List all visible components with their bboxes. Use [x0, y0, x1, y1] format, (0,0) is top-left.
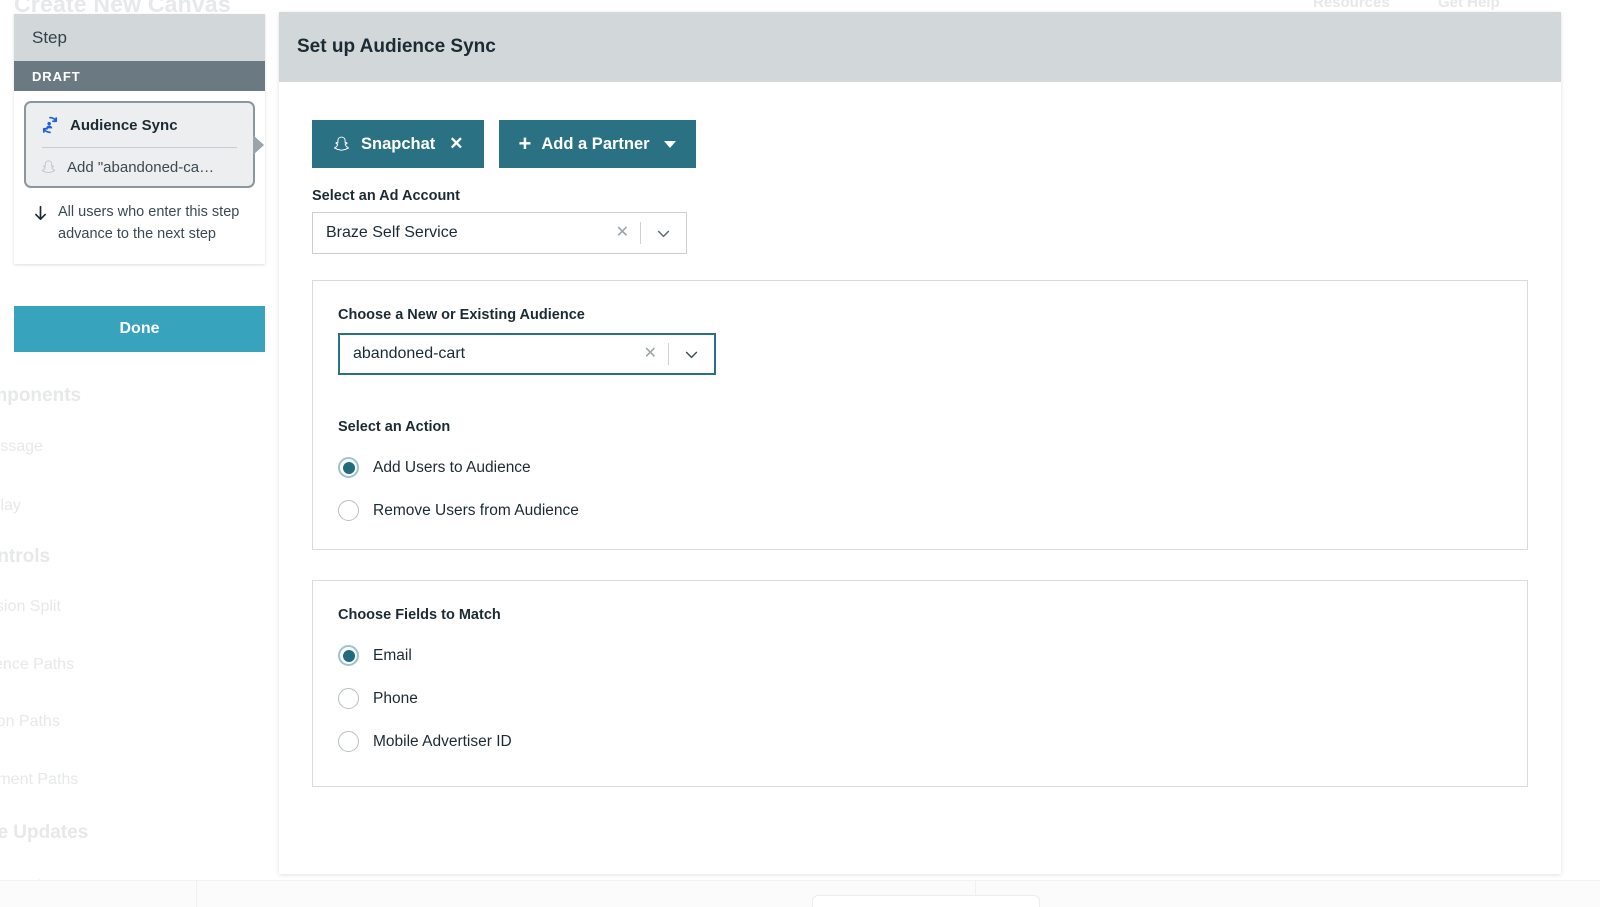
plus-icon: +: [519, 133, 532, 155]
add-partner-button[interactable]: + Add a Partner: [499, 120, 696, 168]
step-panel-body: Audience Sync Add "abandoned-ca…: [14, 91, 265, 264]
audience-sync-icon: [40, 115, 60, 135]
radio-indicator: [338, 457, 359, 478]
background-item-action-paths: Action Paths: [0, 713, 60, 731]
audience-card: Choose a New or Existing Audience abando…: [312, 280, 1528, 550]
chevron-down-icon: [664, 141, 676, 148]
step-card-audience-sync[interactable]: Audience Sync Add "abandoned-ca…: [24, 101, 255, 188]
radio-indicator: [338, 688, 359, 709]
radio-label: Remove Users from Audience: [373, 502, 579, 520]
arrow-down-icon: [32, 204, 49, 228]
step-panel-header: Step: [14, 14, 265, 61]
step-card-header-row: Audience Sync: [40, 115, 239, 135]
audience-sync-panel: Set up Audience Sync Snapchat ✕ + Add a …: [279, 12, 1561, 874]
background-bottom-divider-left: [196, 880, 197, 907]
background-bottom-bar: [0, 880, 1600, 907]
partner-buttons-row: Snapchat ✕ + Add a Partner: [312, 120, 1528, 168]
done-button[interactable]: Done: [14, 306, 265, 352]
step-card-title: Audience Sync: [70, 117, 178, 134]
background-link-get-help: Get Help: [1438, 0, 1500, 11]
ad-account-value: Braze Self Service: [326, 224, 605, 242]
advance-note: All users who enter this step advance to…: [14, 188, 265, 252]
step-panel-header-label: Step: [32, 28, 67, 48]
radio-indicator: [338, 645, 359, 666]
radio-mobile-advertiser-id[interactable]: Mobile Advertiser ID: [338, 731, 1502, 752]
status-badge: DRAFT: [14, 61, 265, 91]
panel-body: Snapchat ✕ + Add a Partner Select an Ad …: [279, 82, 1561, 787]
audience-value: abandoned-cart: [353, 345, 633, 363]
radio-indicator: [338, 731, 359, 752]
snapchat-ghost-icon: [40, 159, 57, 176]
step-card-pointer-icon: [253, 135, 264, 155]
step-card-divider: [42, 147, 237, 148]
radio-label: Mobile Advertiser ID: [373, 733, 512, 751]
background-heading-live-updates: Live Updates: [0, 822, 88, 844]
radio-email[interactable]: Email: [338, 645, 1502, 666]
partner-chip-snapchat[interactable]: Snapchat ✕: [312, 120, 484, 168]
ad-account-select[interactable]: Braze Self Service ✕: [312, 212, 687, 254]
background-item-message: Message: [0, 438, 43, 456]
radio-phone[interactable]: Phone: [338, 688, 1502, 709]
advance-note-text: All users who enter this step advance to…: [58, 202, 243, 246]
background-item-experiment-paths: Experiment Paths: [0, 771, 78, 789]
status-badge-label: DRAFT: [32, 69, 81, 84]
step-card-sub-row: Add "abandoned-ca…: [40, 159, 239, 176]
background-heading-controls: Controls: [0, 546, 50, 568]
page-title: Set up Audience Sync: [297, 36, 496, 58]
background-bottom-input: [812, 895, 1040, 907]
radio-remove-users-from-audience[interactable]: Remove Users from Audience: [338, 500, 1502, 521]
audience-select[interactable]: abandoned-cart ✕: [338, 333, 716, 375]
panel-header: Set up Audience Sync: [279, 12, 1561, 82]
partner-chip-label: Snapchat: [361, 135, 435, 154]
fields-to-match-label: Choose Fields to Match: [338, 607, 1502, 623]
fields-to-match-card: Choose Fields to Match Email Phone Mobil…: [312, 580, 1528, 787]
ad-account-label: Select an Ad Account: [312, 188, 1528, 204]
app-root: Create New Canvas Resources Get Help Com…: [0, 0, 1600, 907]
radio-label: Add Users to Audience: [373, 459, 531, 477]
action-label: Select an Action: [338, 419, 1502, 435]
add-partner-label: Add a Partner: [541, 135, 649, 154]
step-card-subtitle: Add "abandoned-ca…: [67, 159, 214, 176]
radio-add-users-to-audience[interactable]: Add Users to Audience: [338, 457, 1502, 478]
close-icon[interactable]: ✕: [449, 134, 463, 154]
radio-label: Email: [373, 647, 412, 665]
close-icon[interactable]: ✕: [605, 225, 640, 241]
radio-label: Phone: [373, 690, 418, 708]
snapchat-ghost-icon: [332, 135, 351, 154]
background-item-delay: Delay: [0, 497, 21, 515]
step-panel: Step DRAFT: [14, 14, 265, 264]
background-item-decision-split: Decision Split: [0, 598, 61, 616]
chevron-down-icon[interactable]: [669, 346, 714, 363]
background-item-audience-paths: Audience Paths: [0, 656, 74, 674]
close-icon[interactable]: ✕: [633, 346, 668, 362]
radio-indicator: [338, 500, 359, 521]
background-heading-components: Components: [0, 385, 81, 407]
background-link-resources: Resources: [1313, 0, 1390, 11]
audience-label: Choose a New or Existing Audience: [338, 307, 1502, 323]
chevron-down-icon[interactable]: [641, 225, 686, 242]
